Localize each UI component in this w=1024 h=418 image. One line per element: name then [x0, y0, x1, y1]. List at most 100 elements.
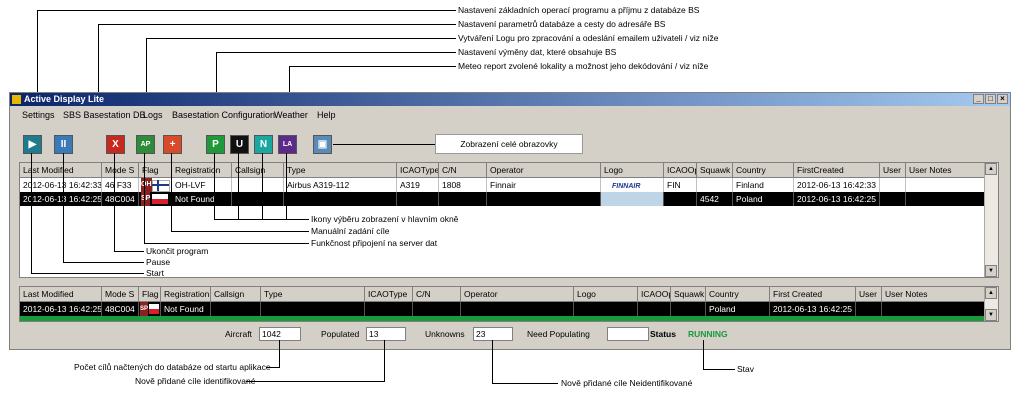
flag-poland-icon: SP [139, 302, 161, 316]
cell-icaoop: FIN [664, 178, 697, 192]
cell-user-notes [906, 192, 987, 206]
pause-button[interactable]: II [54, 135, 73, 154]
maximize-button[interactable]: □ [985, 94, 996, 104]
table-row[interactable]: 2012-06-13 16:42:25 48C004 SP Not Found … [20, 302, 987, 316]
col-icaotype[interactable]: ICAOType [365, 287, 413, 301]
cell-operator: Finnair [487, 178, 601, 192]
cell-cn [439, 192, 487, 206]
populated-count-field: 13 [366, 327, 406, 341]
col-registration[interactable]: Registration [172, 163, 232, 177]
scroll-down-button[interactable]: ▼ [985, 265, 997, 277]
scroll-up-button[interactable]: ▲ [985, 287, 997, 299]
col-mode-s[interactable]: Mode S [102, 287, 139, 301]
cell-registration: Not Found [172, 192, 232, 206]
view-populated-button[interactable]: P [206, 135, 225, 154]
col-country[interactable]: Country [733, 163, 794, 177]
unknowns-count-field: 23 [473, 327, 513, 341]
col-user-notes[interactable]: User Notes [906, 163, 987, 177]
col-cn[interactable]: C/N [439, 163, 487, 177]
col-country[interactable]: Country [706, 287, 770, 301]
status-label: Status [650, 329, 676, 339]
annotation-start: Start [146, 268, 164, 278]
cell-country: Poland [706, 302, 770, 316]
view-la-button[interactable]: LA [278, 135, 297, 154]
flag-code: SP [141, 192, 151, 206]
col-callsign[interactable]: Callsign [211, 287, 261, 301]
col-logo[interactable]: Logo [601, 163, 664, 177]
col-callsign[interactable]: Callsign [232, 163, 284, 177]
cell-operator [487, 192, 601, 206]
cell-last-modified: 2012-06-13 16:42:25 [20, 302, 102, 316]
cell-first-created: 2012-06-13 16:42:25 [770, 302, 856, 316]
col-user[interactable]: User [856, 287, 882, 301]
minimize-button[interactable]: _ [973, 94, 984, 104]
menu-weather[interactable]: Weather [274, 110, 308, 120]
aircraft-grid-bottom[interactable]: Last Modified Mode S Flag Registration C… [19, 286, 999, 322]
manual-target-button[interactable]: + [163, 135, 182, 154]
col-flag[interactable]: Flag [139, 287, 161, 301]
col-registration[interactable]: Registration [161, 287, 211, 301]
flag-code: SP [140, 302, 149, 316]
cell-squawk [697, 178, 733, 192]
col-operator[interactable]: Operator [487, 163, 601, 177]
view-new-button[interactable]: N [254, 135, 273, 154]
cell-logo [574, 302, 638, 316]
view-unknown-button[interactable]: U [230, 135, 249, 154]
table-row[interactable]: 2012-06-13 16:42:33 46 F33 OH OH-LVF Air… [20, 178, 987, 192]
cell-firstcreated: 2012-06-13 16:42:33 [794, 178, 880, 192]
cell-type: Airbus A319-112 [284, 178, 397, 192]
aircraft-count-field: 1042 [259, 327, 301, 341]
cell-squawk [671, 302, 706, 316]
col-icaoop[interactable]: ICAOOp [664, 163, 697, 177]
cell-last-modified: 2012-06-13 16:42:25 [20, 192, 102, 206]
col-cn[interactable]: C/N [413, 287, 461, 301]
menu-logs[interactable]: Logs [143, 110, 163, 120]
menu-sbs-db[interactable]: SBS Basestation DB [63, 110, 146, 120]
cell-user [880, 178, 906, 192]
server-connection-button[interactable]: AP [136, 135, 155, 154]
cell-type [261, 302, 365, 316]
col-last-modified[interactable]: Last Modified [20, 163, 102, 177]
col-operator[interactable]: Operator [461, 287, 574, 301]
cell-callsign [211, 302, 261, 316]
fullscreen-button[interactable]: ▣ [313, 135, 332, 154]
annotation-status: Stav [737, 364, 755, 374]
col-squawk[interactable]: Squawk [697, 163, 733, 177]
start-button[interactable]: ▶ [23, 135, 42, 154]
unknowns-label: Unknowns [425, 329, 465, 339]
col-logo[interactable]: Logo [574, 287, 638, 301]
grid-top-scrollbar[interactable]: ▲ ▼ [984, 163, 998, 277]
col-type[interactable]: Type [284, 163, 397, 177]
cell-logo [601, 192, 664, 206]
menu-help[interactable]: Help [317, 110, 336, 120]
col-firstcreated[interactable]: FirstCreated [794, 163, 880, 177]
cell-registration: OH-LVF [172, 178, 232, 192]
col-type[interactable]: Type [261, 287, 365, 301]
partial-row [20, 316, 987, 321]
col-squawk[interactable]: Squawk [671, 287, 706, 301]
table-row[interactable]: 2012-06-13 16:42:25 48C004 SP Not Found … [20, 192, 987, 206]
col-user-notes[interactable]: User Notes [882, 287, 987, 301]
col-icaoop[interactable]: ICAOOp [638, 287, 671, 301]
cell-mode-s: 46 F33 [102, 178, 139, 192]
annotation-count: Počet cílů načtených do databáze od star… [74, 362, 271, 372]
cell-user-notes [882, 302, 987, 316]
col-mode-s[interactable]: Mode S [102, 163, 139, 177]
exit-button[interactable]: X [106, 135, 125, 154]
scroll-up-button[interactable]: ▲ [985, 163, 997, 175]
col-first-created[interactable]: First Created [770, 287, 856, 301]
menu-settings[interactable]: Settings [22, 110, 55, 120]
cell-country: Poland [733, 192, 794, 206]
grid-bottom-scrollbar[interactable]: ▲ ▼ [984, 287, 998, 321]
app-window: Active Display Lite _ □ × Settings SBS B… [9, 92, 1011, 350]
cell-operator [461, 302, 574, 316]
close-button[interactable]: × [997, 94, 1008, 104]
menu-basestation-config[interactable]: Basestation Configuration [172, 110, 275, 120]
cell-icaoop [638, 302, 671, 316]
col-user[interactable]: User [880, 163, 906, 177]
cell-country: Finland [733, 178, 794, 192]
col-last-modified[interactable]: Last Modified [20, 287, 102, 301]
scroll-down-button[interactable]: ▼ [985, 309, 997, 321]
col-icaotype[interactable]: ICAOType [397, 163, 439, 177]
aircraft-label: Aircraft [225, 329, 252, 339]
